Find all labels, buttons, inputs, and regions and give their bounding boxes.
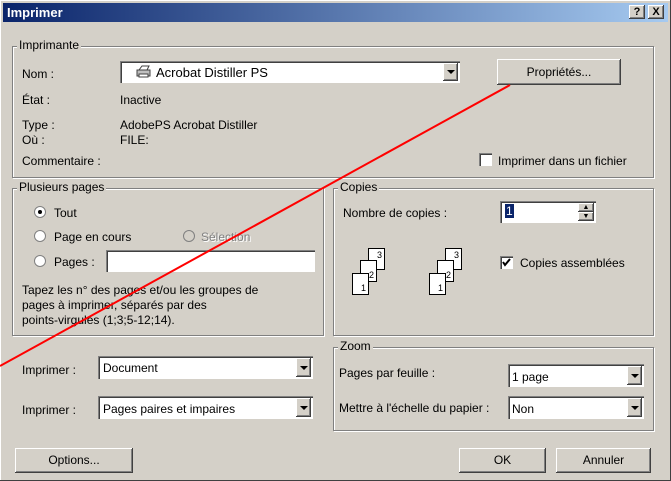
print-dialog: Imprimer ? X Imprimante Nom : Acrobat Di… <box>0 0 671 481</box>
annotation-line <box>0 84 511 367</box>
